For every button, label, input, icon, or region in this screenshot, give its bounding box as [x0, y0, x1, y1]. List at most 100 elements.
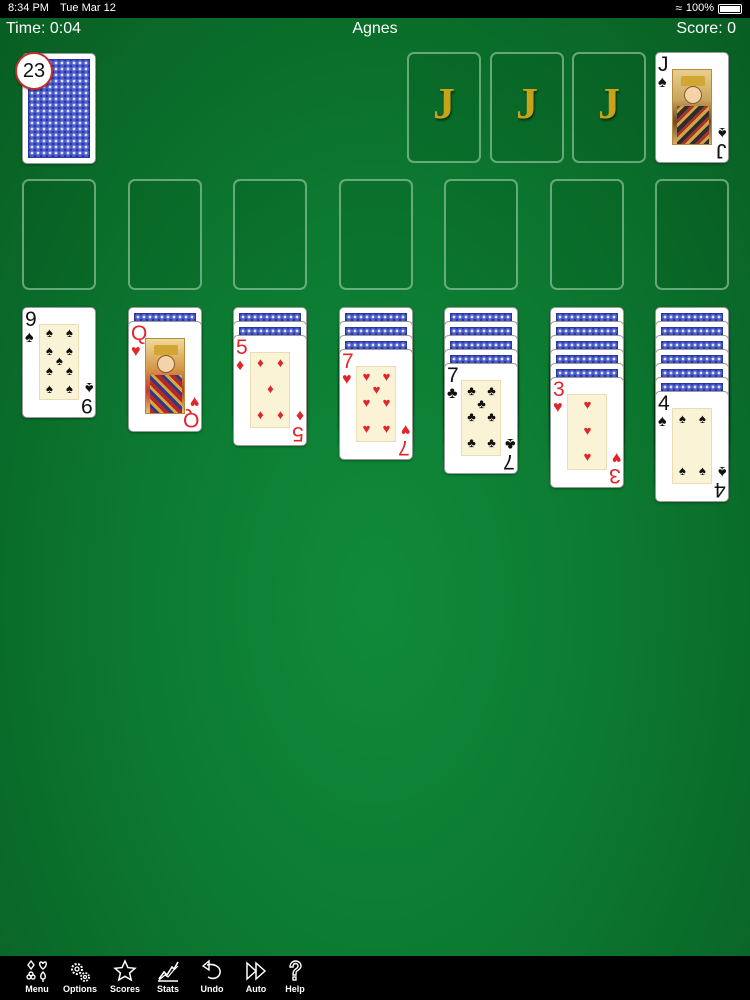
undo-button[interactable]: Undo [192, 959, 232, 999]
status-bar: 8:34 PM Tue Mar 12 ≈ 100% [0, 0, 750, 18]
spade-icon: ♠ [699, 411, 706, 426]
reserve-slot-1[interactable] [22, 179, 96, 290]
spade-icon: ♠ [679, 411, 686, 426]
game-header: Time: 0:04 Agnes Score: 0 [0, 18, 750, 40]
card-rank: 7 [503, 450, 515, 473]
heart-icon: ♥ [553, 399, 563, 416]
spade-icon: ♠ [66, 381, 73, 396]
chart-line-icon [158, 961, 179, 982]
card-rank: 9 [81, 394, 93, 417]
spade-icon: ♠ [658, 74, 667, 91]
diamond-icon: ♦ [267, 381, 274, 396]
spade-icon: ♠ [717, 463, 727, 480]
toolbar: Menu Options Scores Stats Undo Auto Help [0, 956, 750, 1000]
foundation-base-label: J [598, 79, 620, 128]
diamond-icon: ♦ [277, 407, 284, 422]
toolbar-label: Help [285, 984, 305, 994]
spade-icon: ♠ [658, 413, 667, 430]
reserve-slot-3[interactable] [233, 179, 307, 290]
heart-icon: ♥ [400, 421, 411, 438]
diamond-icon: ♦ [257, 407, 264, 422]
tableau-top-card[interactable]: 5 ♦ ♦ ♦ ♦ ♦ ♦ 5 ♦ [233, 335, 307, 446]
club-icon: ♣ [487, 435, 496, 450]
card-rank: 5 [236, 336, 248, 359]
card-rank: 4 [658, 392, 670, 415]
spade-icon: ♠ [679, 463, 686, 478]
card-rank: 5 [292, 422, 304, 445]
reserve-slot-4[interactable] [339, 179, 413, 290]
heart-icon: ♥ [583, 449, 592, 464]
stock-count-badge: 23 [15, 52, 53, 90]
spade-icon: ♠ [46, 325, 53, 340]
battery-icon [718, 4, 742, 14]
help-button[interactable]: Help [275, 959, 315, 999]
toolbar-label: Options [63, 984, 97, 994]
reserve-slot-2[interactable] [128, 179, 202, 290]
spade-icon: ♠ [66, 325, 73, 340]
heart-icon: ♥ [382, 421, 391, 436]
tableau-top-card[interactable]: 4 ♠ ♠ ♠ ♠ ♠ 4 ♠ [655, 391, 729, 502]
tableau-top-card[interactable]: 3 ♥ ♥ ♥ ♥ 3 ♥ [550, 377, 624, 488]
card-suits-icon [26, 959, 47, 982]
club-icon: ♣ [467, 383, 476, 398]
score: Score: 0 [676, 20, 736, 37]
menu-button[interactable]: Menu [17, 959, 57, 999]
fast-forward-icon [246, 961, 267, 981]
question-mark-icon [289, 960, 302, 981]
reserve-slot-6[interactable] [550, 179, 624, 290]
toolbar-label: Menu [25, 984, 49, 994]
heart-icon: ♥ [583, 423, 592, 438]
heart-icon: ♥ [342, 371, 352, 388]
toolbar-label: Undo [200, 984, 224, 994]
wifi-icon: ≈ [675, 1, 682, 15]
heart-icon: ♥ [611, 449, 622, 466]
heart-icon: ♥ [131, 343, 141, 360]
scores-button[interactable]: Scores [105, 959, 145, 999]
toolbar-label: Auto [245, 984, 267, 994]
club-icon: ♣ [477, 396, 486, 411]
spade-icon: ♠ [25, 329, 34, 346]
foundation-base-label: J [516, 79, 538, 128]
diamond-icon: ♦ [257, 355, 264, 370]
card-rank: 7 [447, 364, 459, 387]
tableau-top-card[interactable]: 9 ♠ ♠ ♠ ♠ ♠ ♠ ♠ ♠ ♠ ♠ 9 ♠ [22, 307, 96, 418]
foundation-slot-3[interactable]: J [572, 52, 646, 163]
foundation-slot-2[interactable]: J [490, 52, 564, 163]
spade-icon: ♠ [66, 363, 73, 378]
reserve-slot-5[interactable] [444, 179, 518, 290]
heart-icon: ♥ [362, 369, 371, 384]
stats-button[interactable]: Stats [148, 959, 188, 999]
tableau-top-card[interactable]: 7 ♥ ♥ ♥ ♥ ♥ ♥ ♥ ♥ 7 ♥ [339, 349, 413, 460]
reserve-slot-7[interactable] [655, 179, 729, 290]
star-icon [113, 959, 137, 982]
spade-icon: ♠ [46, 381, 53, 396]
toolbar-label: Scores [109, 984, 141, 994]
heart-icon: ♥ [382, 369, 391, 384]
options-button[interactable]: Options [60, 959, 100, 999]
club-icon: ♣ [487, 409, 496, 424]
card-rank: 4 [714, 478, 726, 501]
battery-percent: 100% [685, 2, 714, 14]
undo-arrow-icon [201, 959, 221, 980]
club-icon: ♣ [504, 435, 516, 452]
heart-icon: ♥ [362, 421, 371, 436]
club-icon: ♣ [467, 409, 476, 424]
status-time: 8:34 PM [8, 2, 49, 14]
card-rank: 3 [553, 378, 565, 401]
spade-icon: ♠ [699, 463, 706, 478]
tableau-top-card[interactable]: 7 ♣ ♣ ♣ ♣ ♣ ♣ ♣ ♣ 7 ♣ [444, 363, 518, 474]
card-rank: J [715, 139, 727, 162]
diamond-icon: ♦ [236, 357, 245, 374]
card-rank: 9 [25, 308, 37, 331]
auto-button[interactable]: Auto [236, 959, 276, 999]
tableau-top-card[interactable]: Q ♥ Q ♥ [128, 321, 202, 432]
foundation-slot-1[interactable]: J [407, 52, 481, 163]
spade-icon: ♠ [717, 124, 727, 141]
card-rank: J [658, 53, 669, 76]
heart-icon: ♥ [382, 395, 391, 410]
club-icon: ♣ [467, 435, 476, 450]
card-rank: 7 [342, 350, 354, 373]
foundation-card-jack-spades[interactable]: J ♠ J ♠ [655, 52, 729, 163]
card-rank: 7 [398, 436, 410, 459]
toolbar-label: Stats [156, 984, 179, 994]
